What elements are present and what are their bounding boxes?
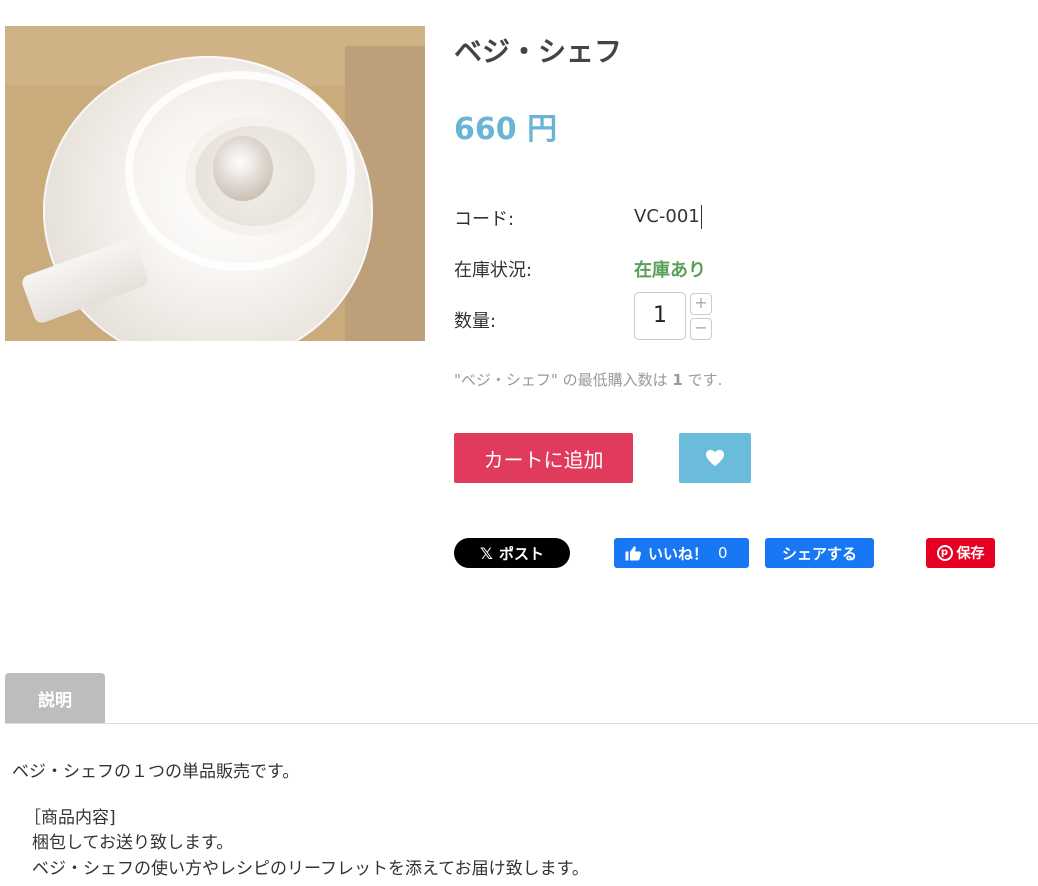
pinterest-save-button[interactable]: p 保存 [926, 538, 995, 568]
quantity-input[interactable]: 1 [634, 292, 686, 340]
description-heading: ［商品内容] [24, 808, 116, 828]
heart-icon [706, 449, 724, 467]
tab-description[interactable]: 説明 [5, 673, 105, 723]
tab-divider [5, 723, 1038, 724]
x-logo-icon: 𝕏 [480, 543, 493, 563]
facebook-share-button[interactable]: シェアする [765, 538, 874, 568]
description-text: ベジ・シェフの１つの単品販売です。 [12, 762, 300, 782]
wishlist-button[interactable] [679, 433, 751, 483]
description-text: 梱包してお送り致します。 [32, 833, 234, 853]
x-post-button[interactable]: 𝕏 ポスト [454, 538, 570, 568]
facebook-like-button[interactable]: いいね！ 0 [614, 538, 749, 568]
description-text: ベジ・シェフの使い方やレシピのリーフレットを添えてお届け致します。 [32, 859, 589, 879]
stock-label: 在庫状況: [454, 260, 533, 281]
minimum-purchase-note: "ベジ・シェフ" の最低購入数は 1 です. [454, 371, 723, 389]
code-value: VC-001 [634, 205, 702, 229]
code-label: コード: [454, 209, 515, 230]
like-count: 0 [718, 544, 728, 562]
product-price: 660 円 [454, 112, 558, 147]
product-image[interactable] [5, 26, 425, 341]
stock-status: 在庫あり [634, 260, 706, 281]
quantity-increase-button[interactable]: + [690, 293, 712, 315]
thumbs-up-icon [625, 546, 642, 561]
quantity-decrease-button[interactable]: − [690, 318, 712, 340]
pinterest-icon: p [936, 545, 953, 561]
add-to-cart-button[interactable]: カートに追加 [454, 433, 633, 483]
quantity-label: 数量: [454, 311, 497, 332]
product-title: ベジ・シェフ [454, 35, 623, 68]
